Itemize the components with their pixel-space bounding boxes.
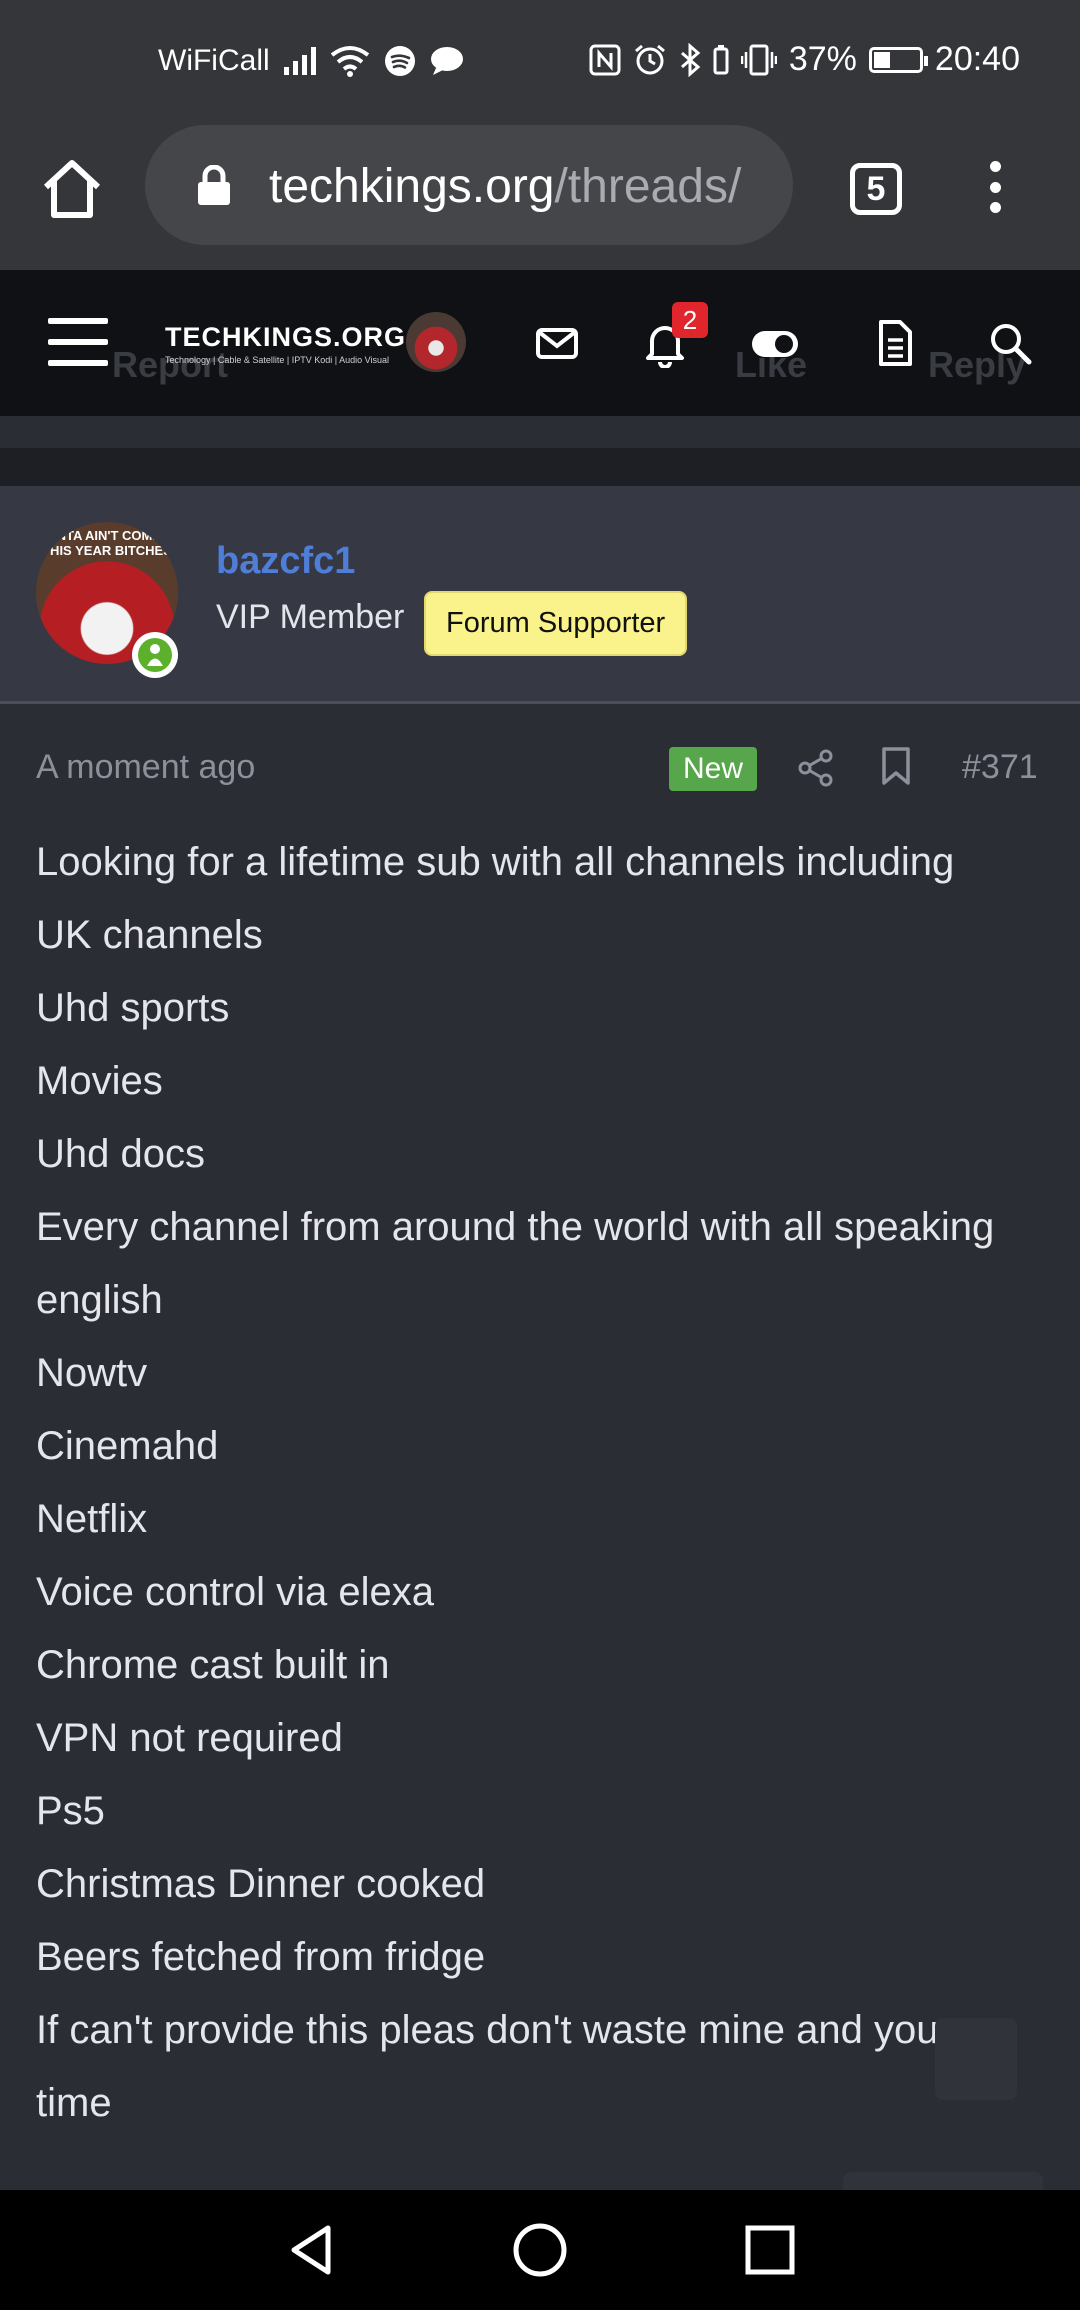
lock-icon[interactable] [197,165,231,205]
spotify-icon [384,46,415,76]
account-avatar[interactable] [406,312,466,372]
forum-supporter-badge: Forum Supporter [424,591,688,656]
post-user-block: SANTA AIN'T COMING THIS YEAR BITCHES baz… [0,486,1080,704]
vibrate-icon [740,44,777,75]
post-body-line: english [36,1278,163,1322]
notification-count: 2 [672,302,708,338]
status-left: WiFiCall [158,44,464,78]
logo-tagline: Technology | Cable & Satellite | IPTV Ko… [165,355,389,365]
home-icon[interactable] [40,157,104,221]
post-body-line: Movies [36,1059,163,1103]
url-text[interactable]: techkings.org/threads/ [269,159,741,214]
post-body-line: Chrome cast built in [36,1643,390,1687]
post-body-line: Nowtv [36,1351,148,1395]
battery-small-icon [713,44,729,74]
search-icon[interactable] [985,318,1035,368]
wifi-icon [330,46,369,77]
chat-bubble-icon [430,47,463,75]
user-title: VIP Member [216,598,405,636]
tab-count: 5 [866,170,886,208]
post-body-line: UK channels [36,913,263,957]
post-body-line: Every channel from around the world with… [36,1205,995,1249]
scroll-top-button[interactable] [935,2018,1017,2100]
clock: 20:40 [934,40,1020,78]
post-body-line: Uhd docs [36,1132,205,1176]
post-body-line: VPN not required [36,1716,343,1760]
online-status-icon [132,632,178,678]
post-body-line: Cinemahd [36,1424,219,1468]
battery-percent: 37% [788,40,857,78]
post-body: Looking for a lifetime sub with all chan… [36,826,1046,2140]
nfc-icon [589,44,621,75]
battery-icon [868,46,928,73]
post-body-line: Voice control via elexa [36,1570,435,1614]
signal-icon [283,47,316,75]
username-link[interactable]: bazcfc1 [216,540,355,583]
more-icon[interactable] [975,157,1015,217]
post-body-line: time [36,2081,112,2125]
tabs-button[interactable]: 5 [850,163,902,215]
site-logo[interactable]: TECHKINGS.ORG Technology | Cable & Satel… [165,322,407,365]
new-badge: New [669,747,757,791]
post-body-line: Uhd sports [36,986,230,1030]
carrier-label: WiFiCall [158,44,270,77]
address-bar[interactable]: techkings.org/threads/ [145,125,793,245]
bluetooth-icon [680,42,701,77]
share-icon[interactable] [796,748,836,788]
home-circle-icon[interactable] [512,2222,568,2278]
divider-dark [0,448,1080,486]
site-header: Report Like Reply TECHKINGS.ORG Technolo… [0,270,1080,416]
post-body-line: Ps5 [36,1789,105,1833]
post-body-line: Christmas Dinner cooked [36,1862,486,1906]
post-body-line: Looking for a lifetime sub with all chan… [36,840,955,884]
url-path: /threads/ [554,160,742,213]
post-body-line: If can't provide this pleas don't waste … [36,2008,952,2052]
post-body-line: Netflix [36,1497,148,1541]
toggle-icon[interactable] [750,318,800,368]
logo-main: TECHKINGS.ORG [165,322,407,352]
post-timestamp[interactable]: A moment ago [36,748,255,787]
document-icon[interactable] [870,318,920,368]
status-right: 37% 20:40 [589,40,1020,79]
browser-toolbar: techkings.org/threads/ 5 [0,125,1080,270]
post-number-link[interactable]: #371 [962,748,1038,787]
status-bar: WiFiCall 37% 20:40 [0,0,1080,125]
mail-icon[interactable] [532,318,582,368]
bookmark-icon[interactable] [880,746,912,786]
avatar-caption: SANTA AIN'T COMING THIS YEAR BITCHES [38,528,176,558]
url-domain: techkings.org [269,160,555,213]
post-body-line: Beers fetched from fridge [36,1935,486,1979]
recents-icon[interactable] [742,2222,798,2278]
divider [0,416,1080,448]
alarm-icon [634,44,665,74]
menu-icon[interactable] [48,318,108,366]
android-nav-bar [0,2190,1080,2310]
back-icon[interactable] [284,2222,340,2278]
